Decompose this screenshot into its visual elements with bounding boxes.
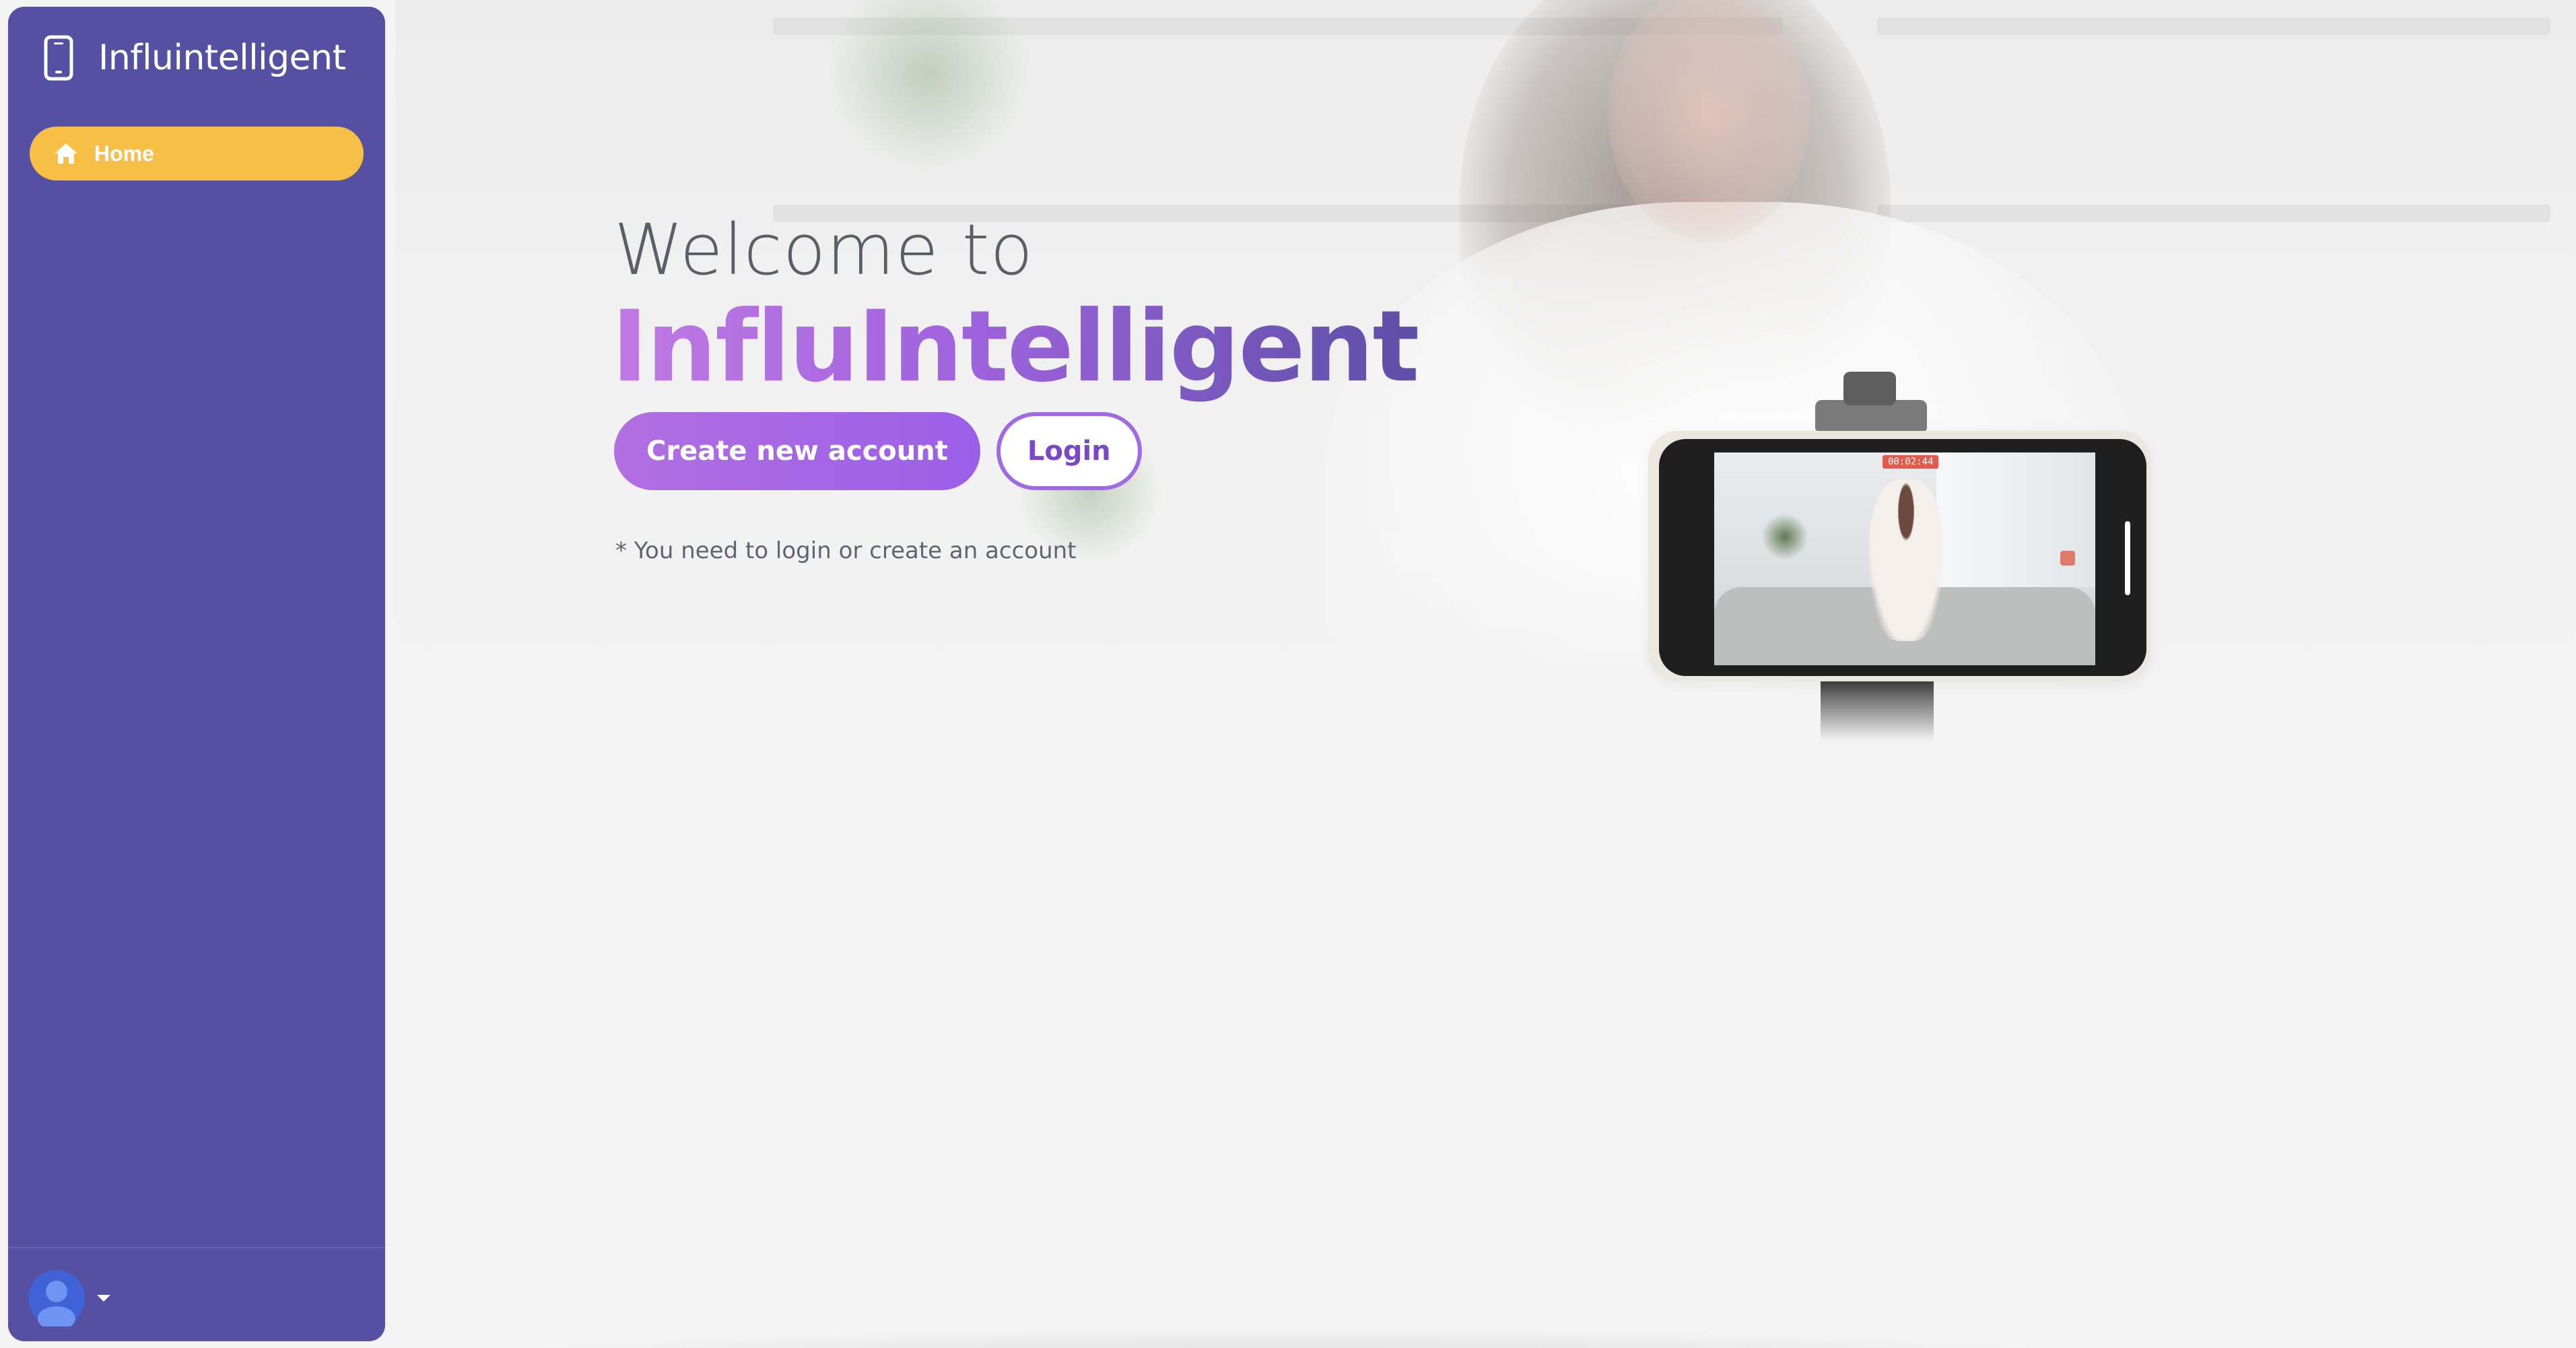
login-button[interactable]: Login [996, 412, 1142, 490]
phone-handle [2125, 521, 2130, 595]
tripod-knob [1843, 372, 1896, 405]
mobile-phone-icon [44, 35, 73, 81]
cta-row: Create new account Login [614, 412, 1142, 490]
shelf [1877, 205, 2550, 222]
welcome-heading: Welcome to [614, 209, 1034, 291]
home-icon [55, 143, 77, 164]
brand-name: Influintelligent [98, 38, 346, 78]
app-root: Influintelligent Home 00:02:44 Welcome t… [0, 0, 2576, 1348]
sidebar-item-home[interactable]: Home [30, 127, 364, 180]
shelf [1877, 18, 2550, 35]
phone-screen: 00:02:44 [1714, 452, 2095, 665]
create-account-button[interactable]: Create new account [614, 412, 980, 490]
login-notice: * You need to login or create an account [615, 537, 1077, 564]
caret-down-icon[interactable] [96, 1293, 112, 1303]
sidebar-divider [8, 1247, 385, 1248]
bottom-shadow [471, 1329, 2101, 1348]
record-icon [2060, 551, 2075, 566]
sidebar: Influintelligent Home [8, 7, 385, 1341]
user-avatar-icon[interactable] [28, 1270, 85, 1326]
tripod-pole [1821, 680, 1934, 741]
user-menu[interactable] [28, 1270, 112, 1326]
brand[interactable]: Influintelligent [42, 35, 346, 81]
sidebar-item-label: Home [94, 141, 154, 166]
brand-headline: InfluIntelligent [611, 290, 1419, 404]
recording-timer: 00:02:44 [1883, 455, 1939, 469]
